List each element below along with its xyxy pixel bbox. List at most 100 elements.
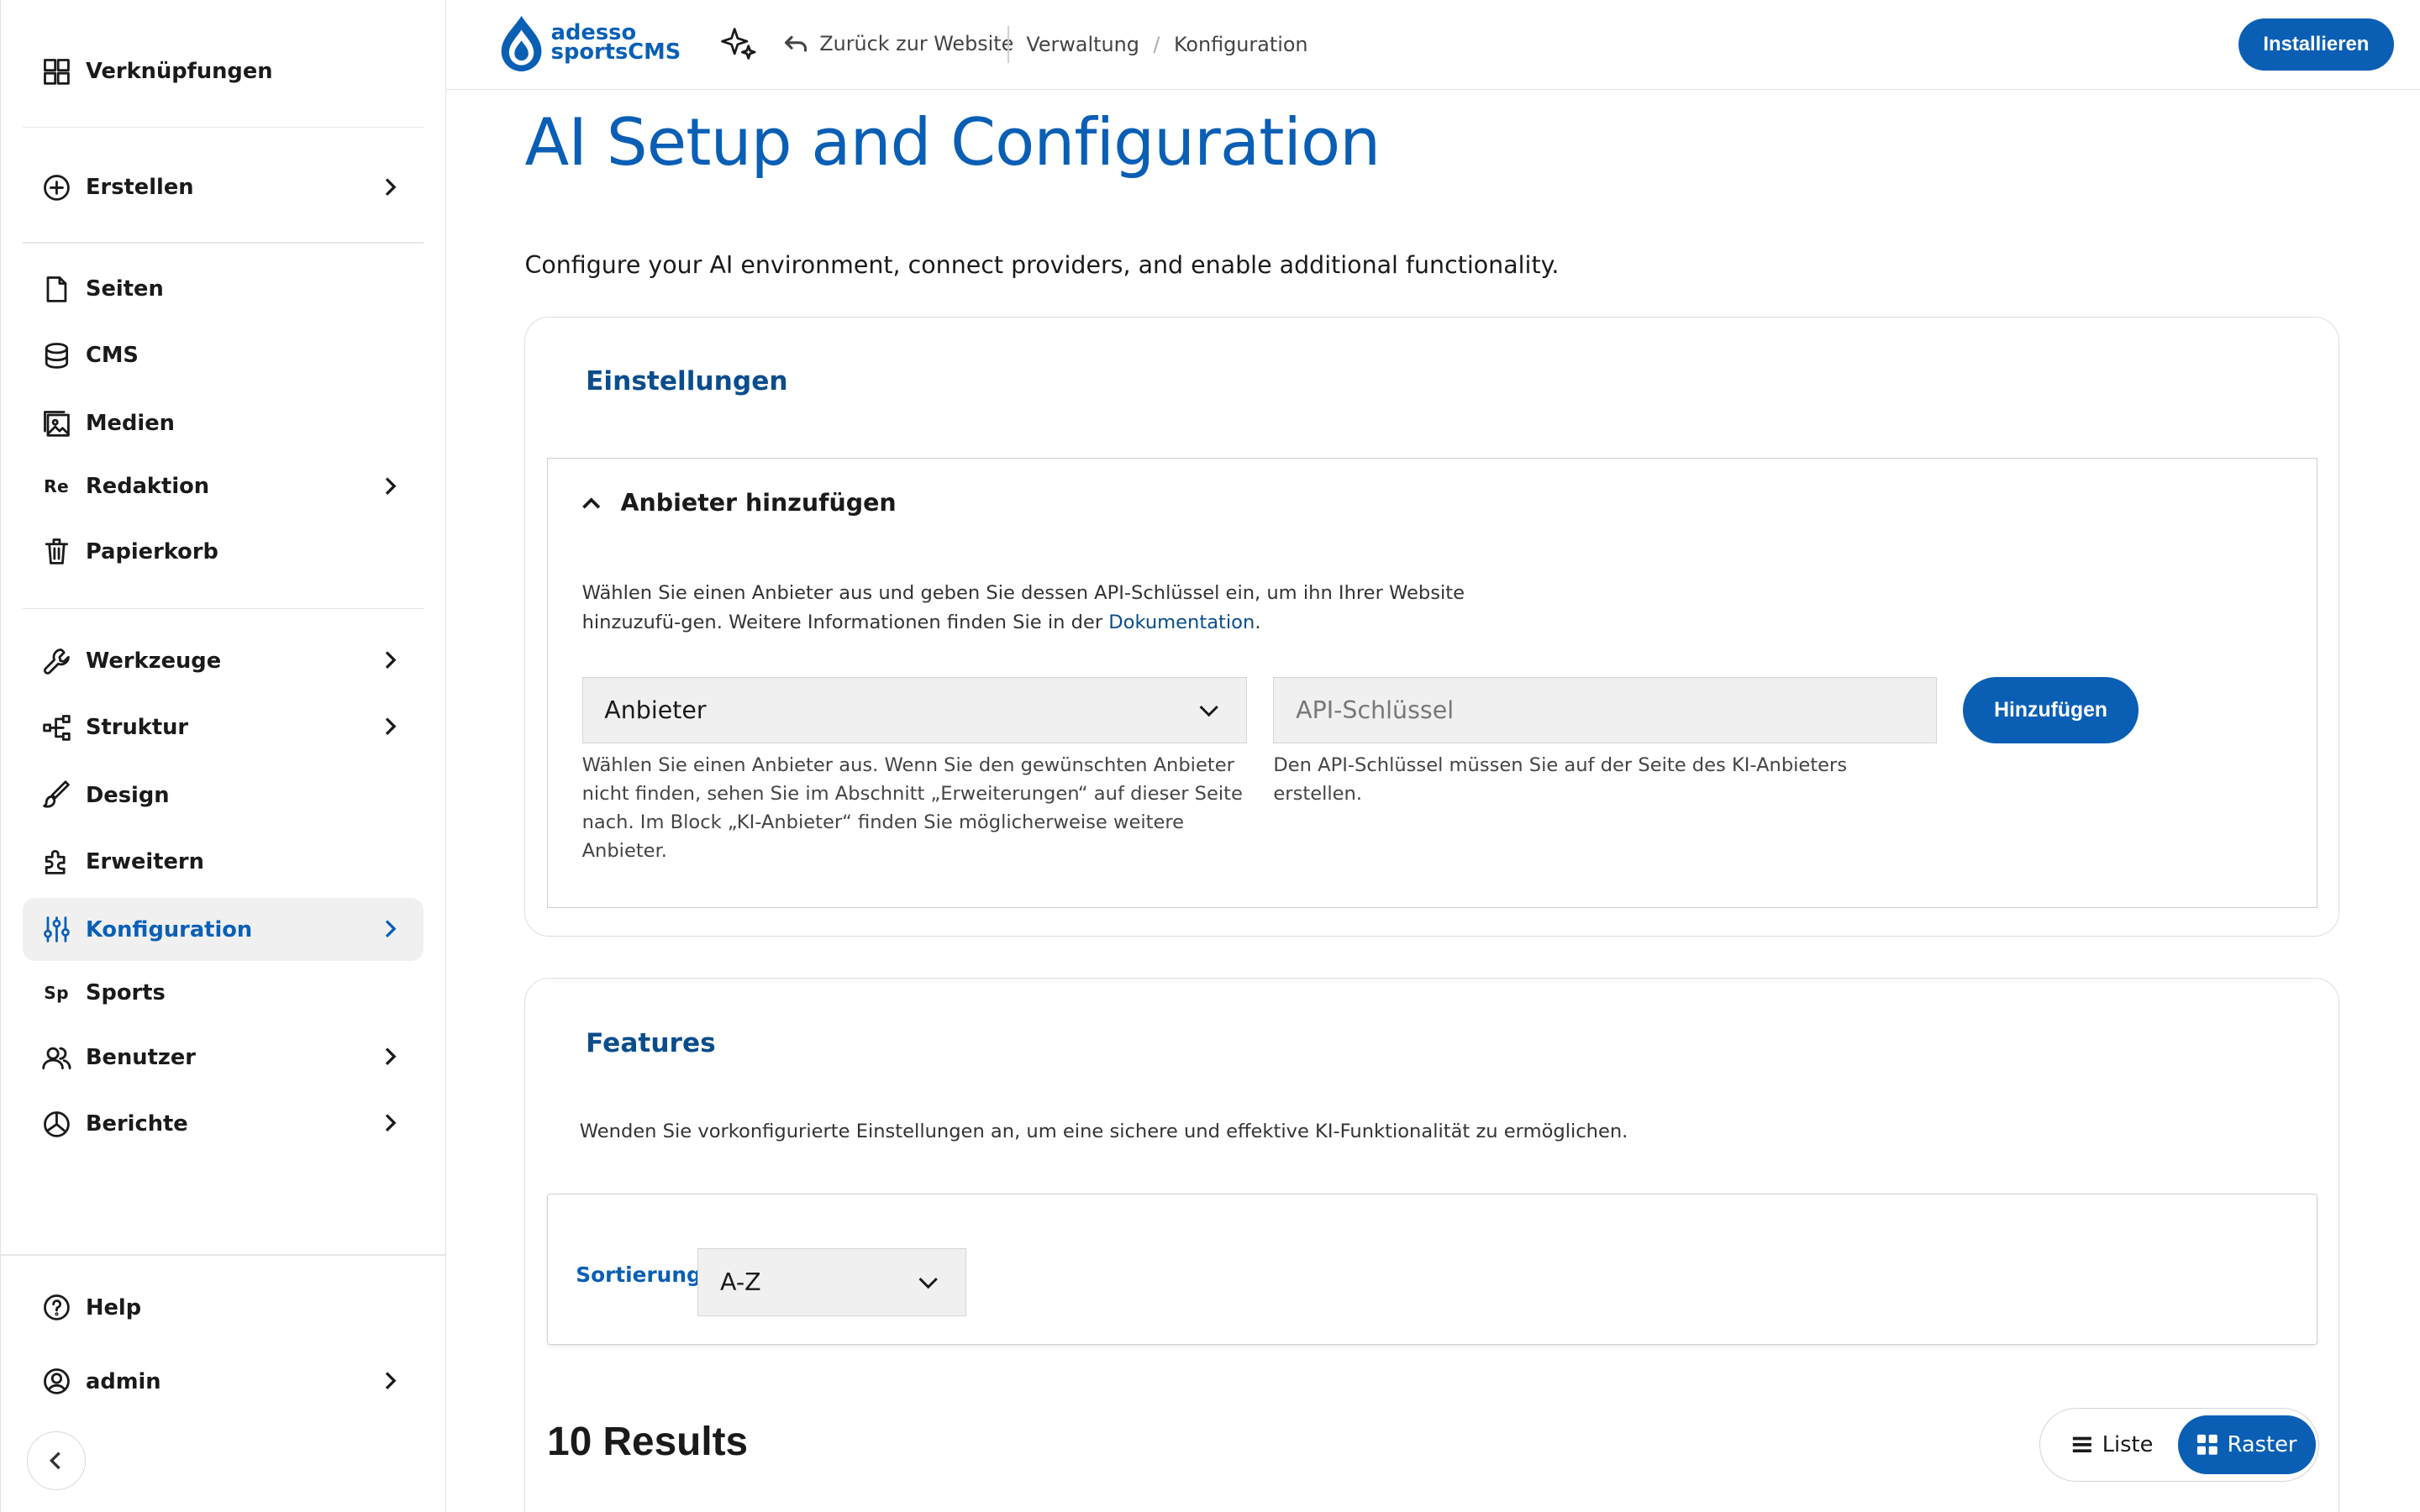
provider-help-text: Wählen Sie einen Anbieter aus. Wenn Sie … — [581, 753, 1243, 862]
sidebar-item-erstellen[interactable]: Erstellen — [23, 156, 424, 219]
api-key-help-text: Den API-Schlüssel müssen Sie auf der Sei… — [1273, 753, 1848, 805]
topbar-divider — [1007, 26, 1010, 64]
database-icon — [41, 340, 72, 371]
sidebar-item-help[interactable]: Help — [23, 1276, 424, 1339]
chevron-right-icon — [377, 474, 402, 498]
chevron-down-icon — [1199, 706, 1219, 717]
sidebar: Verknüpfungen Erstellen Seiten CMS Medie… — [0, 0, 446, 1512]
sidebar-item-label: Erweitern — [85, 848, 204, 874]
add-provider-button[interactable]: Hinzufügen — [1963, 677, 2139, 744]
sidebar-item-papierkorb[interactable]: Papierkorb — [23, 520, 424, 583]
users-icon — [41, 1042, 72, 1074]
back-arrow-icon — [785, 35, 808, 52]
sidebar-item-label: Struktur — [85, 714, 189, 740]
sidebar-divider — [22, 126, 424, 129]
sidebar-item-label: CMS — [85, 343, 139, 369]
chevron-right-icon — [377, 1044, 402, 1068]
list-icon — [2072, 1436, 2091, 1453]
sidebar-item-design[interactable]: Design — [23, 764, 424, 827]
sort-label: Sortierung — [576, 1262, 702, 1287]
sidebar-item-label: Medien — [85, 411, 175, 437]
breadcrumb: Verwaltung / Konfiguration — [1026, 33, 1307, 56]
results-count: 10 Results — [547, 1419, 749, 1464]
sliders-icon — [41, 914, 72, 945]
chart-pie-icon — [41, 1109, 72, 1140]
chevron-right-icon — [377, 175, 402, 199]
sidebar-divider — [22, 607, 424, 610]
view-list-label: Liste — [2102, 1432, 2154, 1458]
sort-select[interactable]: A-Z — [697, 1248, 966, 1316]
redaktion-text-icon: Re — [44, 476, 70, 497]
sidebar-item-seiten[interactable]: Seiten — [23, 258, 424, 321]
breadcrumb-item-konfiguration[interactable]: Konfiguration — [1174, 33, 1308, 56]
sidebar-item-verknuepfungen[interactable]: Verknüpfungen — [23, 40, 424, 103]
chevron-left-icon — [45, 1450, 67, 1472]
trash-icon — [41, 536, 72, 567]
sidebar-item-admin[interactable]: admin — [23, 1350, 424, 1413]
sidebar-item-label: Benutzer — [85, 1045, 196, 1071]
sidebar-item-benutzer[interactable]: Benutzer — [23, 1026, 424, 1089]
chevron-down-icon — [918, 1277, 938, 1289]
sidebar-item-label: Konfiguration — [85, 916, 253, 942]
sidebar-item-label: admin — [85, 1368, 161, 1394]
sidebar-item-label: Papierkorb — [85, 538, 218, 564]
features-filter-panel: Sortierung A-Z — [547, 1193, 2317, 1345]
brush-icon — [41, 780, 72, 811]
sidebar-item-label: Berichte — [85, 1111, 188, 1137]
sports-text-icon: Sp — [44, 982, 69, 1003]
settings-title: Einstellungen — [586, 366, 788, 397]
features-description: Wenden Sie vorkonfigurierte Einstellunge… — [579, 1121, 1628, 1143]
chevron-right-icon — [377, 714, 402, 738]
back-link-label: Zurück zur Website — [819, 32, 1014, 56]
help-circle-icon — [41, 1292, 72, 1323]
brand-logo[interactable]: adesso sportsCMS — [498, 14, 681, 73]
sidebar-item-label: Design — [85, 782, 170, 808]
sidebar-item-struktur[interactable]: Struktur — [23, 696, 424, 759]
install-button[interactable]: Installieren — [2238, 18, 2394, 71]
chevron-up-icon — [582, 497, 601, 509]
sidebar-item-medien[interactable]: Medien — [23, 392, 424, 455]
sidebar-item-label: Werkzeuge — [85, 648, 222, 674]
sidebar-item-werkzeuge[interactable]: Werkzeuge — [23, 629, 424, 692]
sidebar-item-konfiguration[interactable]: Konfiguration — [22, 897, 424, 962]
sidebar-item-redaktion[interactable]: Re Redaktion — [23, 455, 424, 518]
page-title: AI Setup and Configuration — [524, 104, 1381, 181]
page-icon — [41, 274, 72, 305]
view-list-button[interactable]: Liste — [2047, 1415, 2175, 1474]
add-provider-heading: Anbieter hinzufügen — [620, 489, 897, 517]
sidebar-item-label: Erstellen — [85, 175, 194, 201]
page-subtitle: Configure your AI environment, connect p… — [524, 251, 1560, 280]
add-provider-panel: Anbieter hinzufügen Wählen Sie einen Anb… — [547, 457, 2317, 908]
sidebar-divider — [1, 1254, 445, 1257]
ai-sparkle-button[interactable] — [718, 24, 758, 65]
add-provider-toggle[interactable]: Anbieter hinzufügen — [579, 489, 897, 517]
sort-select-value: A-Z — [720, 1268, 761, 1296]
features-title: Features — [586, 1028, 716, 1059]
sidebar-item-berichte[interactable]: Berichte — [23, 1092, 424, 1155]
sidebar-item-erweitern[interactable]: Erweitern — [23, 830, 424, 893]
back-to-website-link[interactable]: Zurück zur Website — [782, 31, 1013, 57]
view-grid-button[interactable]: Raster — [2177, 1415, 2316, 1475]
sidebar-item-label: Help — [85, 1294, 142, 1320]
drop-logo-icon — [501, 15, 542, 71]
sidebar-item-cms[interactable]: CMS — [23, 324, 424, 387]
structure-icon — [41, 712, 72, 743]
plus-circle-icon — [41, 172, 72, 203]
breadcrumb-item-verwaltung[interactable]: Verwaltung — [1026, 33, 1139, 56]
sidebar-item-label: Redaktion — [85, 474, 210, 500]
sidebar-item-label: Verknüpfungen — [85, 59, 273, 85]
documentation-link[interactable]: Dokumentation — [1108, 612, 1255, 633]
settings-card: Einstellungen Anbieter hinzufügen Wählen… — [524, 316, 2340, 937]
add-provider-description: Wählen Sie einen Anbieter aus und geben … — [581, 581, 1465, 633]
collapse-sidebar-button[interactable] — [27, 1431, 86, 1491]
sidebar-divider — [22, 242, 424, 244]
brand-line-2: sportsCMS — [550, 39, 681, 66]
provider-select[interactable]: Anbieter — [581, 677, 1248, 744]
provider-select-value: Anbieter — [604, 696, 707, 725]
topbar: adesso sportsCMS Zurück zur Website Verw… — [445, 0, 2420, 90]
sparkle-icon — [721, 28, 756, 60]
api-key-input[interactable] — [1273, 677, 1938, 744]
sidebar-item-label: Sports — [85, 979, 166, 1005]
sidebar-item-sports[interactable]: Sp Sports — [23, 961, 424, 1024]
view-toggle: Liste Raster — [2039, 1408, 2319, 1483]
